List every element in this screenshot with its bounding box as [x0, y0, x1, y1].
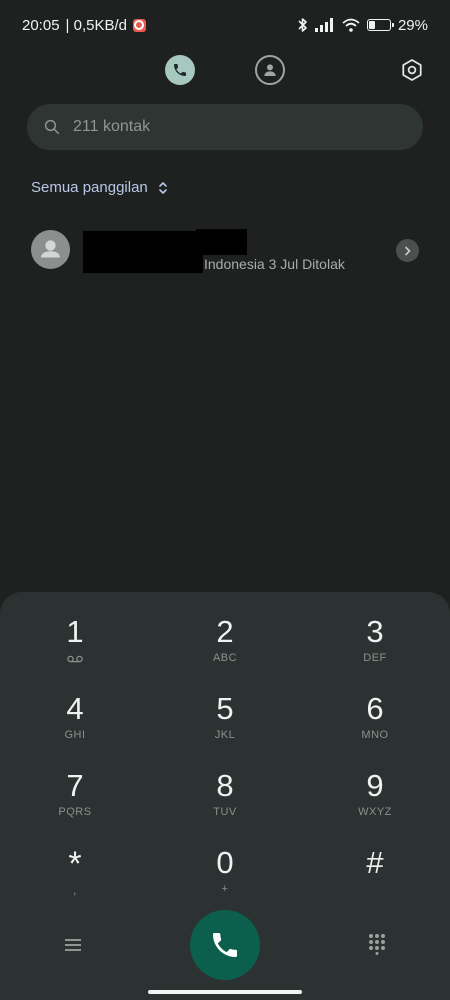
key-9[interactable]: 9 WXYZ — [300, 768, 450, 845]
key-letters: , — [73, 885, 77, 897]
tab-calls[interactable] — [165, 55, 195, 85]
status-left: 20:05 | 0,5KB/d — [22, 17, 146, 34]
battery-icon — [366, 19, 394, 31]
key-letters: ABC — [212, 652, 238, 664]
bluetooth-icon — [298, 17, 308, 33]
key-letters: DEF — [363, 652, 387, 664]
key-letters: + — [221, 883, 229, 895]
key-digit: 9 — [366, 768, 384, 803]
key-letters: JKL — [214, 729, 236, 741]
chevron-up-down-icon — [158, 181, 168, 195]
call-button[interactable] — [190, 910, 260, 980]
redacted-contact-name — [196, 229, 247, 255]
dialpad-keys: 1 2 ABC 3 DEF 4 GHI 5 JKL 6 MNO 7 PQRS 8… — [0, 614, 450, 922]
battery-percent: 29% — [397, 16, 428, 34]
dialpad-row: 1 2 ABC 3 DEF — [0, 614, 450, 691]
key-digit: 1 — [66, 614, 84, 649]
key-digit: 4 — [66, 691, 84, 726]
avatar — [31, 230, 70, 269]
dialer-screen: 20:05 | 0,5KB/d 29% 211 kontak Semua pan… — [0, 0, 450, 1000]
search-bar[interactable] — [27, 104, 423, 150]
settings-button[interactable] — [398, 56, 426, 84]
dialpad-row: 4 GHI 5 JKL 6 MNO — [0, 691, 450, 768]
status-right: 29% — [298, 17, 428, 34]
key-7[interactable]: 7 PQRS — [0, 768, 150, 845]
phone-icon — [172, 62, 188, 78]
key-3[interactable]: 3 DEF — [300, 614, 450, 691]
key-letters: WXYZ — [358, 806, 392, 818]
key-letters: PQRS — [58, 806, 92, 818]
call-meta: Indonesia 3 Jul Ditolak — [204, 256, 345, 272]
key-digit: 3 — [366, 614, 384, 649]
battery-fill — [368, 21, 375, 29]
key-digit: * — [68, 845, 82, 883]
status-bar: 20:05 | 0,5KB/d 29% — [0, 0, 450, 50]
call-detail-button[interactable] — [396, 239, 419, 262]
key-letters: TUV — [213, 806, 237, 818]
key-digit: 8 — [216, 768, 234, 803]
menu-button[interactable] — [63, 935, 83, 955]
call-filter-label: Semua panggilan — [31, 179, 148, 196]
key-digit: 5 — [216, 691, 234, 726]
key-4[interactable]: 4 GHI — [0, 691, 150, 768]
key-digit: 6 — [366, 691, 384, 726]
key-8[interactable]: 8 TUV — [150, 768, 300, 845]
settings-icon — [400, 58, 424, 82]
phone-icon — [209, 929, 241, 961]
call-filter-dropdown[interactable]: Semua panggilan — [31, 179, 168, 196]
key-digit: 0 — [216, 845, 234, 880]
contacts-icon — [262, 62, 278, 78]
key-1[interactable]: 1 — [0, 614, 150, 691]
dialpad-row: 7 PQRS 8 TUV 9 WXYZ — [0, 768, 450, 845]
wifi-icon — [342, 18, 360, 32]
status-time: 20:05 — [22, 16, 60, 34]
chevron-right-icon — [403, 246, 412, 256]
network-speed: | 0,5KB/d — [65, 16, 127, 34]
key-digit: 7 — [66, 768, 84, 803]
person-icon — [31, 230, 70, 269]
key-digit: 2 — [216, 614, 234, 649]
dialpad-grid-icon — [367, 933, 387, 955]
voicemail-icon — [67, 652, 83, 666]
menu-icon — [63, 935, 83, 955]
key-5[interactable]: 5 JKL — [150, 691, 300, 768]
signal-icon — [314, 18, 335, 32]
key-digit: # — [366, 845, 384, 880]
tab-contacts[interactable] — [255, 55, 285, 85]
call-log-item[interactable]: Indonesia 3 Jul Ditolak — [0, 226, 450, 276]
key-6[interactable]: 6 MNO — [300, 691, 450, 768]
search-icon — [43, 118, 61, 136]
key-2[interactable]: 2 ABC — [150, 614, 300, 691]
top-tabs — [0, 50, 450, 90]
dialpad-actions — [0, 910, 450, 984]
recording-icon — [132, 18, 146, 32]
key-letters: MNO — [361, 729, 389, 741]
home-indicator[interactable] — [148, 990, 302, 994]
dialpad: 1 2 ABC 3 DEF 4 GHI 5 JKL 6 MNO 7 PQRS 8… — [0, 592, 450, 1000]
redacted-contact-name — [83, 231, 203, 273]
dialpad-toggle-button[interactable] — [367, 933, 387, 955]
key-letters: GHI — [64, 729, 86, 741]
search-input[interactable] — [73, 118, 393, 136]
